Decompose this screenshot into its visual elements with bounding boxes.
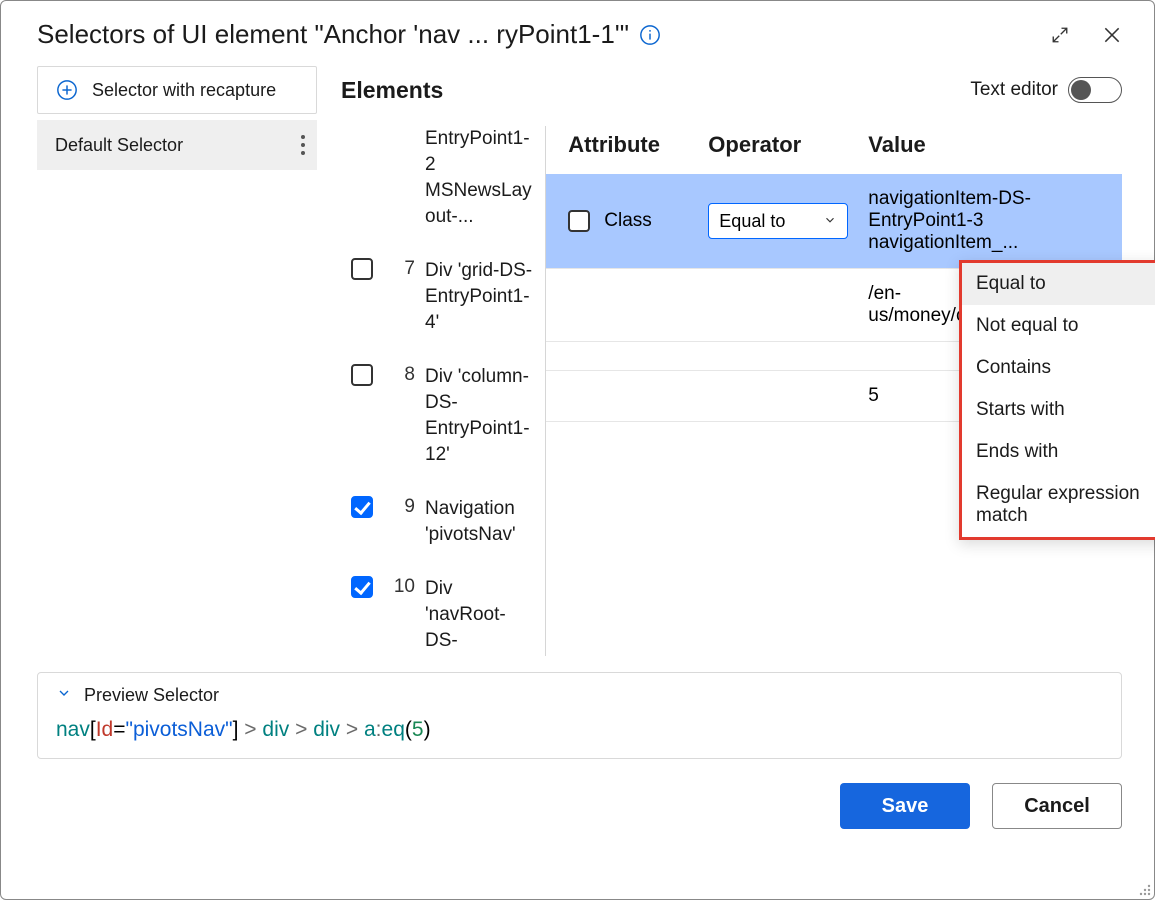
preview-toggle[interactable]: Preview Selector <box>56 685 1103 706</box>
element-row[interactable]: EntryPoint1-2 MSNewsLayout-... <box>341 126 545 244</box>
main-header: Elements Text editor <box>341 66 1122 114</box>
attribute-name: Class <box>604 210 652 232</box>
add-selector-button[interactable]: Selector with recapture <box>37 66 317 114</box>
dropdown-item[interactable]: Contains <box>962 347 1155 389</box>
dropdown-item[interactable]: Ends with <box>962 431 1155 473</box>
chevron-down-icon <box>56 685 72 706</box>
preview-code: nav[Id="pivotsNav"] > div > div > a:eq(5… <box>56 718 1103 742</box>
dialog-header: Selectors of UI element "Anchor 'nav ...… <box>1 1 1154 54</box>
element-label: Div 'grid-DS-EntryPoint1-4' <box>425 258 537 336</box>
attribute-row[interactable]: Class Equal to navigationItem-DS-EntryPo… <box>546 174 1122 269</box>
element-row[interactable]: 9 Navigation 'pivotsNav' <box>341 482 545 562</box>
dropdown-item[interactable]: Starts with <box>962 389 1155 431</box>
element-checkbox[interactable] <box>351 496 373 518</box>
element-index: 10 <box>391 576 415 598</box>
element-label: Div 'column-DS-EntryPoint1-12' <box>425 364 537 468</box>
elements-list[interactable]: EntryPoint1-2 MSNewsLayout-... 7 Div 'gr… <box>341 126 545 656</box>
preview-selector-panel: Preview Selector nav[Id="pivotsNav"] > d… <box>37 672 1122 759</box>
preview-label: Preview Selector <box>84 685 219 706</box>
expand-icon[interactable] <box>1046 21 1074 49</box>
attribute-value[interactable]: navigationItem-DS-EntryPoint1-3 navigati… <box>868 188 1122 254</box>
cancel-button[interactable]: Cancel <box>992 783 1122 829</box>
more-icon[interactable] <box>301 133 305 157</box>
plus-icon <box>56 79 78 101</box>
element-checkbox[interactable] <box>351 364 373 386</box>
element-label: Div 'navRoot-DS-EntryPoint1-1' <box>425 576 537 656</box>
text-editor-toggle[interactable] <box>1068 77 1122 103</box>
dialog-title: Selectors of UI element "Anchor 'nav ...… <box>37 19 629 50</box>
dialog-footer: Save Cancel <box>1 759 1154 829</box>
selector-list-item[interactable]: Default Selector <box>37 120 317 170</box>
dialog-body: Selector with recapture Default Selector… <box>1 54 1154 656</box>
panels: EntryPoint1-2 MSNewsLayout-... 7 Div 'gr… <box>341 126 1122 656</box>
element-checkbox[interactable] <box>351 258 373 280</box>
col-attribute: Attribute <box>568 132 708 158</box>
dropdown-item[interactable]: Not equal to <box>962 305 1155 347</box>
operator-dropdown[interactable]: Equal to Not equal to Contains Starts wi… <box>959 260 1155 540</box>
element-row[interactable]: 8 Div 'column-DS-EntryPoint1-12' <box>341 350 545 482</box>
chevron-down-icon <box>823 211 837 232</box>
element-index: 8 <box>391 364 415 386</box>
selector-list-item-label: Default Selector <box>55 135 183 156</box>
element-checkbox[interactable] <box>351 576 373 598</box>
info-icon[interactable] <box>639 24 661 46</box>
attribute-checkbox[interactable] <box>568 210 590 232</box>
element-label: EntryPoint1-2 MSNewsLayout-... <box>425 126 537 230</box>
col-value: Value <box>868 132 1122 158</box>
close-icon[interactable] <box>1098 21 1126 49</box>
main-panel: Elements Text editor EntryPoint1-2 MSNew… <box>317 66 1122 656</box>
selector-sidebar: Selector with recapture Default Selector <box>37 66 317 656</box>
text-editor-toggle-wrap: Text editor <box>970 77 1122 103</box>
attribute-header: Attribute Operator Value <box>546 126 1122 174</box>
element-label: Navigation 'pivotsNav' <box>425 496 537 548</box>
save-button[interactable]: Save <box>840 783 970 829</box>
selector-builder-dialog: Selectors of UI element "Anchor 'nav ...… <box>0 0 1155 900</box>
col-operator: Operator <box>708 132 868 158</box>
dropdown-item[interactable]: Equal to <box>962 263 1155 305</box>
element-row[interactable]: 10 Div 'navRoot-DS-EntryPoint1-1' <box>341 562 545 656</box>
element-row[interactable]: 7 Div 'grid-DS-EntryPoint1-4' <box>341 244 545 350</box>
dropdown-item[interactable]: Regular expression match <box>962 473 1155 537</box>
resize-handle-icon[interactable] <box>1136 881 1152 897</box>
add-selector-label: Selector with recapture <box>92 80 276 101</box>
elements-title: Elements <box>341 77 443 104</box>
operator-select[interactable]: Equal to <box>708 203 848 239</box>
element-index: 7 <box>391 258 415 280</box>
text-editor-label: Text editor <box>970 79 1058 101</box>
operator-value: Equal to <box>719 211 785 232</box>
element-index: 9 <box>391 496 415 518</box>
